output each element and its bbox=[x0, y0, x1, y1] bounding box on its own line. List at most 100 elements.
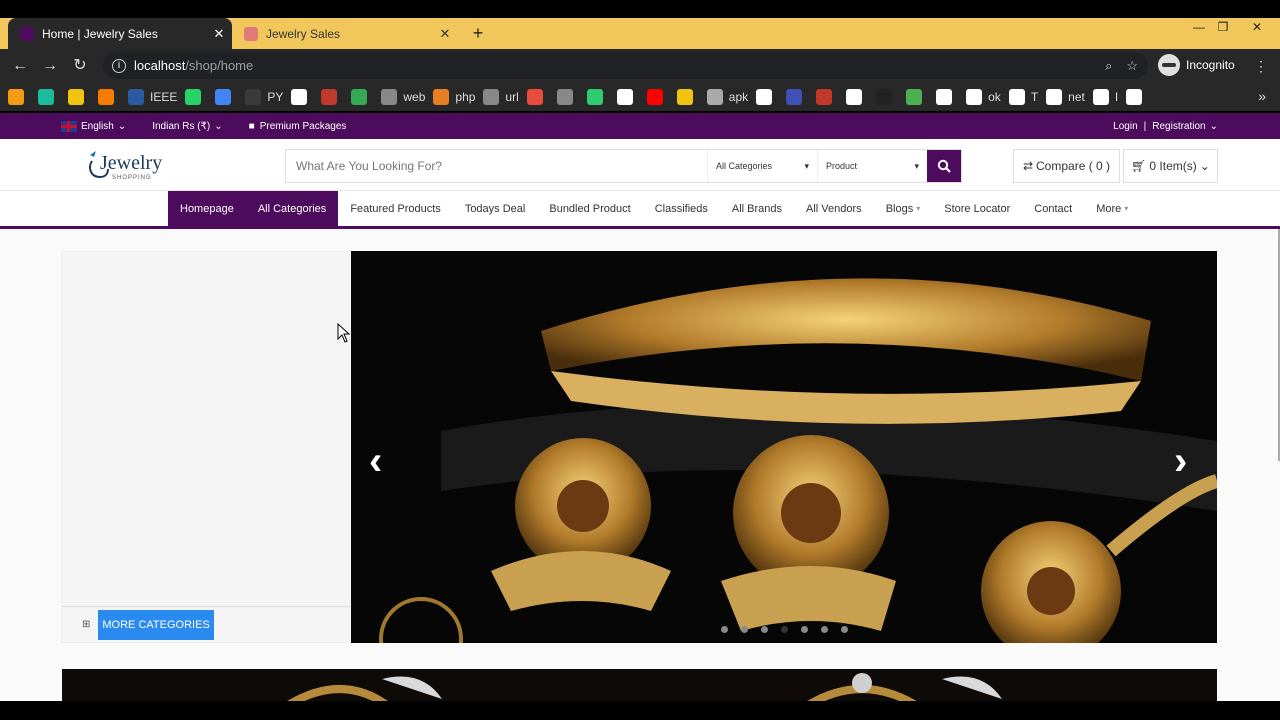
slider-dot[interactable] bbox=[781, 626, 788, 633]
bookmark-item[interactable] bbox=[676, 88, 699, 105]
forward-icon[interactable]: → bbox=[39, 55, 61, 77]
bookmark-item[interactable]: IEEE bbox=[128, 88, 177, 105]
caret-down-icon: ▾ bbox=[804, 160, 809, 171]
bookmark-item[interactable]: PY bbox=[245, 88, 283, 105]
category-select[interactable]: All Categories ▾ bbox=[707, 150, 817, 182]
cart-button[interactable]: 🛒︎ 0 Item(s) ⌄ bbox=[1123, 149, 1218, 183]
hero-slider: ‹ › bbox=[351, 251, 1217, 643]
bookmarks-overflow-icon[interactable]: » bbox=[1258, 88, 1266, 104]
nav-item-more[interactable]: More ▾ bbox=[1084, 191, 1140, 226]
close-tab-icon[interactable]: ✕ bbox=[206, 26, 232, 42]
box-icon bbox=[556, 88, 573, 105]
bookmark-item[interactable]: net bbox=[1046, 88, 1085, 105]
bookmark-item[interactable] bbox=[846, 88, 868, 105]
chevron-down-icon: ⌄ bbox=[214, 120, 223, 132]
mouse-cursor-icon bbox=[337, 323, 351, 343]
bookmark-item[interactable] bbox=[291, 88, 313, 105]
currency-selector[interactable]: Indian Rs (₹) ⌄ bbox=[152, 121, 222, 132]
reload-icon[interactable]: ↻ bbox=[69, 55, 91, 77]
bookmark-label: I bbox=[1114, 89, 1119, 104]
slider-dot[interactable] bbox=[721, 626, 728, 633]
premium-packages-link[interactable]: ■ Premium Packages bbox=[249, 121, 347, 132]
language-selector[interactable]: English ⌄ bbox=[61, 120, 126, 132]
nav-item-bundled-product[interactable]: Bundled Product bbox=[537, 191, 642, 226]
tab-jewelry-sales[interactable]: Jewelry Sales ✕ bbox=[234, 18, 458, 49]
bookmark-item[interactable]: url bbox=[483, 88, 519, 105]
zoom-icon[interactable]: ⌕ bbox=[1105, 58, 1112, 74]
google-icon bbox=[1092, 88, 1109, 105]
restore-icon[interactable]: ❐ bbox=[1206, 18, 1240, 36]
bookmark-item[interactable] bbox=[351, 88, 373, 105]
tab-strip: Home | Jewelry Sales ✕ Jewelry Sales ✕ + bbox=[0, 18, 1280, 49]
more-categories-button[interactable]: MORE CATEGORIES bbox=[98, 609, 214, 640]
bookmark-item[interactable] bbox=[526, 88, 549, 105]
plus-square-icon: ⊞ bbox=[82, 619, 91, 630]
new-tab-button[interactable]: + bbox=[468, 18, 488, 49]
nav-item-label: All Vendors bbox=[806, 202, 862, 215]
bookmark-item[interactable] bbox=[185, 88, 207, 105]
back-icon[interactable]: ← bbox=[9, 55, 31, 77]
bookmark-item[interactable] bbox=[98, 88, 120, 105]
site-favicon-icon bbox=[20, 26, 34, 41]
bookmark-item[interactable] bbox=[906, 88, 928, 105]
bookmark-item[interactable] bbox=[38, 88, 60, 105]
bookmark-item[interactable]: php bbox=[433, 88, 475, 105]
bookmark-item[interactable] bbox=[1126, 88, 1148, 105]
bookmark-item[interactable]: ok bbox=[966, 88, 1001, 105]
search-input[interactable] bbox=[286, 150, 707, 182]
bookmark-item[interactable]: apk bbox=[706, 88, 749, 105]
bookmark-item[interactable] bbox=[786, 88, 808, 105]
nav-item-homepage[interactable]: Homepage bbox=[168, 191, 246, 226]
bookmark-label: apk bbox=[728, 89, 749, 104]
bookmark-item[interactable]: T bbox=[1008, 88, 1038, 105]
compare-button[interactable]: ⇄ Compare ( 0 ) bbox=[1013, 149, 1120, 183]
incognito-indicator[interactable]: Incognito bbox=[1158, 54, 1235, 76]
nav-item-classifieds[interactable]: Classifieds bbox=[643, 191, 720, 226]
info-icon[interactable]: i bbox=[112, 58, 126, 73]
tab-home[interactable]: Home | Jewelry Sales ✕ bbox=[8, 18, 232, 49]
slider-prev-arrow[interactable]: ‹ bbox=[369, 441, 382, 481]
nav-item-featured-products[interactable]: Featured Products bbox=[338, 191, 453, 226]
registration-link[interactable]: Registration bbox=[1152, 121, 1205, 132]
bookmark-item[interactable] bbox=[8, 88, 30, 105]
site-logo[interactable]: Jewelry SHOPPING bbox=[86, 147, 186, 183]
bookmark-item[interactable] bbox=[816, 88, 838, 105]
close-window-icon[interactable]: ✕ bbox=[1240, 18, 1274, 36]
web-icon bbox=[381, 88, 398, 105]
address-bar[interactable]: i localhost/shop/home ⌕ ☆ bbox=[103, 52, 1148, 79]
star-icon[interactable]: ☆ bbox=[1126, 58, 1138, 74]
nav-item-contact[interactable]: Contact bbox=[1022, 191, 1084, 226]
bookmark-item[interactable] bbox=[556, 88, 579, 105]
slider-dot[interactable] bbox=[761, 626, 768, 633]
bookmark-item[interactable] bbox=[936, 88, 958, 105]
close-tab-icon[interactable]: ✕ bbox=[432, 26, 458, 42]
bookmark-item[interactable] bbox=[646, 88, 669, 105]
slider-dot[interactable] bbox=[841, 626, 848, 633]
bookmark-item[interactable] bbox=[756, 88, 778, 105]
search-button[interactable] bbox=[927, 150, 961, 182]
search-type-select[interactable]: Product ▾ bbox=[817, 150, 927, 182]
globe-icon bbox=[846, 88, 863, 105]
search-type-value: Product bbox=[826, 161, 858, 171]
slider-dot[interactable] bbox=[801, 626, 808, 633]
nav-item-todays-deal[interactable]: Todays Deal bbox=[453, 191, 538, 226]
bookmark-item[interactable]: I bbox=[1092, 88, 1119, 105]
slider-dot[interactable] bbox=[741, 626, 748, 633]
nav-item-blogs[interactable]: Blogs ▾ bbox=[874, 191, 933, 226]
nav-item-store-locator[interactable]: Store Locator bbox=[932, 191, 1022, 226]
menu-icon[interactable]: ⋮ bbox=[1250, 55, 1272, 77]
nav-item-all-vendors[interactable]: All Vendors bbox=[794, 191, 874, 226]
nav-item-all-categories[interactable]: All Categories bbox=[245, 191, 339, 226]
bookmark-item[interactable] bbox=[616, 88, 639, 105]
nav-item-all-brands[interactable]: All Brands bbox=[720, 191, 794, 226]
secondary-banner[interactable] bbox=[62, 669, 1217, 701]
slider-dot[interactable] bbox=[821, 626, 828, 633]
bookmark-item[interactable] bbox=[68, 88, 90, 105]
bookmark-item[interactable] bbox=[215, 88, 237, 105]
bookmark-item[interactable] bbox=[321, 88, 343, 105]
bookmark-item[interactable] bbox=[586, 88, 609, 105]
bookmark-item[interactable] bbox=[876, 88, 898, 105]
login-link[interactable]: Login bbox=[1113, 121, 1137, 132]
bookmark-item[interactable]: web bbox=[381, 88, 425, 105]
slider-next-arrow[interactable]: › bbox=[1174, 441, 1187, 481]
